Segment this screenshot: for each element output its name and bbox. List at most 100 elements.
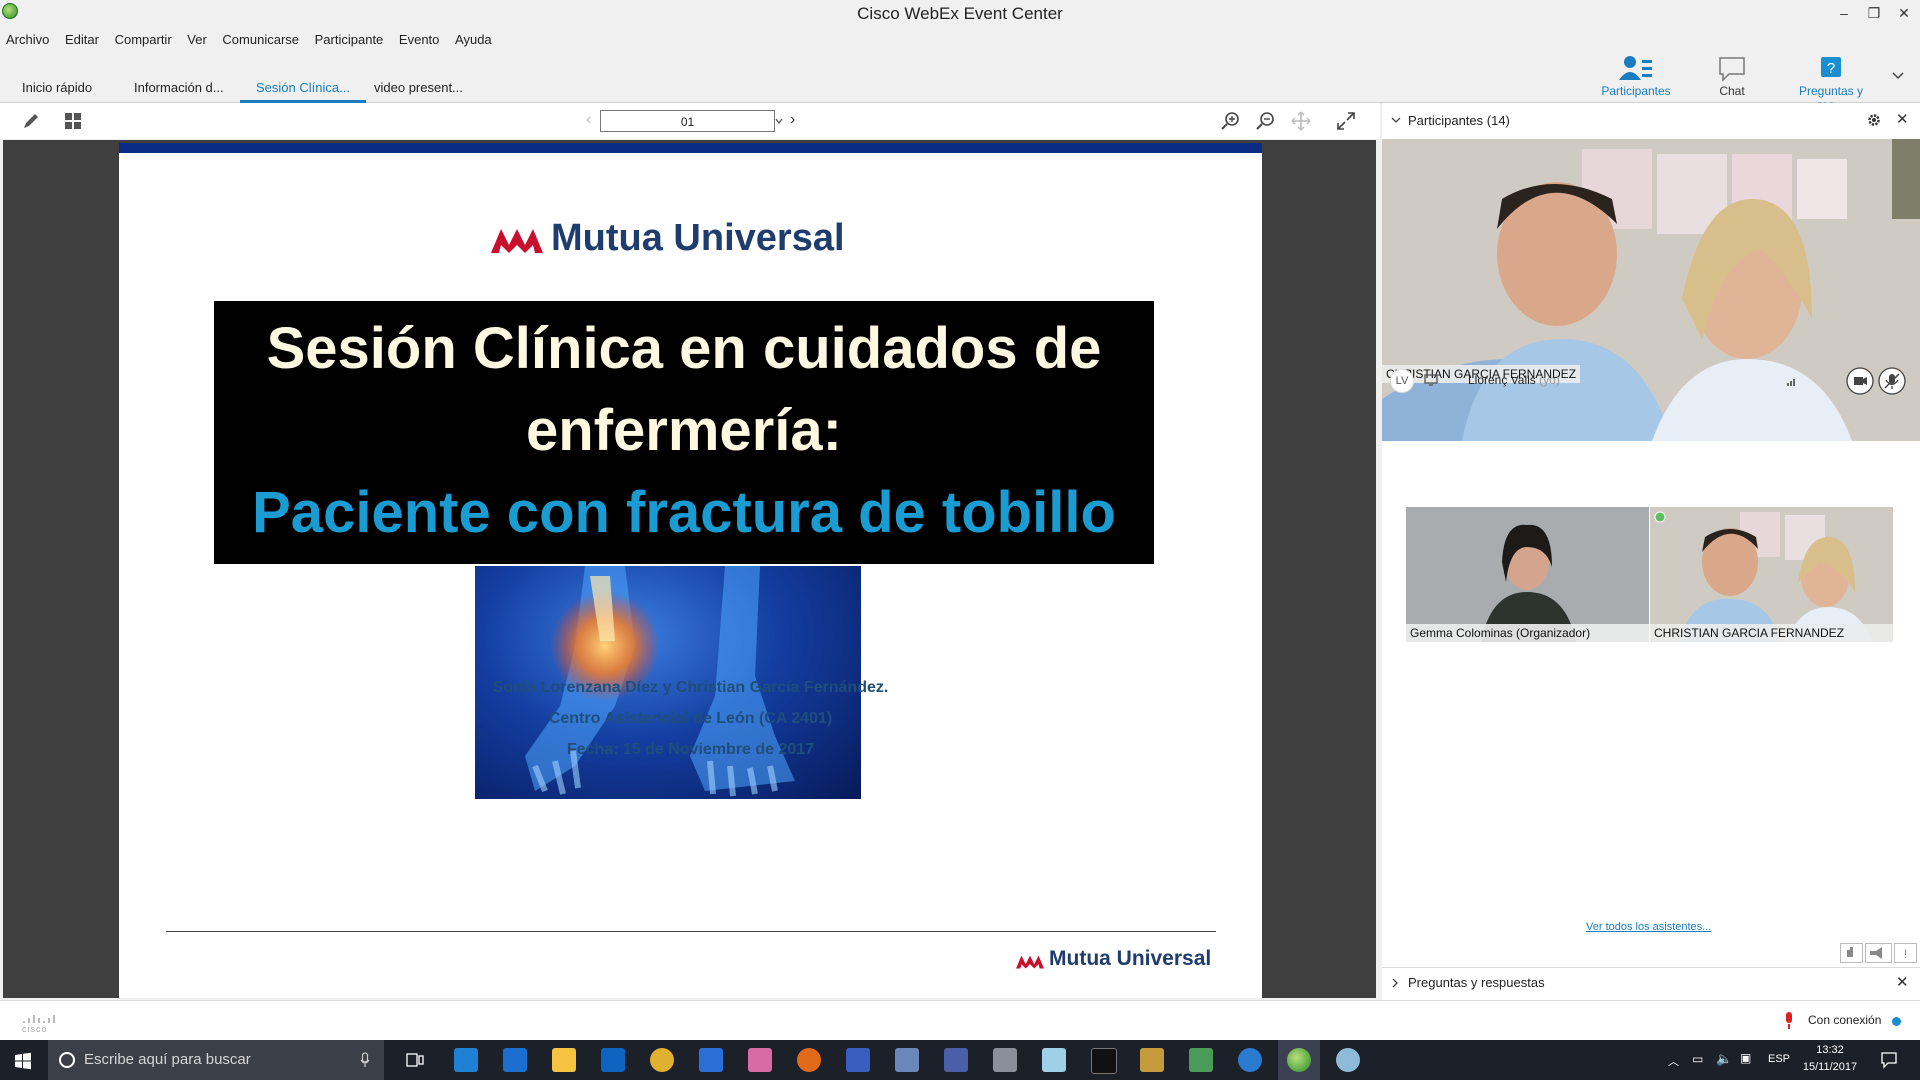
app-icon-15[interactable] bbox=[1140, 1048, 1164, 1072]
video-thumb-gemma[interactable]: Gemma Colominas (Organizador) bbox=[1406, 507, 1649, 642]
mute-microphone-icon[interactable] bbox=[1878, 367, 1906, 395]
thumbnails-grid-icon[interactable] bbox=[62, 110, 84, 132]
tab-inicio-rapido[interactable]: Inicio rápido bbox=[6, 78, 108, 100]
microphone-icon[interactable] bbox=[1784, 1011, 1794, 1031]
maximize-button[interactable]: ❐ bbox=[1860, 2, 1888, 24]
slide-top-bar bbox=[119, 143, 1262, 153]
prev-page-button[interactable]: ‹ bbox=[586, 111, 591, 129]
clock-date[interactable]: 15/11/2017 bbox=[1800, 1061, 1860, 1073]
app-icon-7[interactable] bbox=[748, 1048, 772, 1072]
window-title: Cisco WebEx Event Center bbox=[857, 4, 1063, 23]
battery-icon[interactable]: ▭ bbox=[1692, 1052, 1703, 1066]
app-icon-17[interactable] bbox=[1238, 1048, 1262, 1072]
menu-evento[interactable]: Evento bbox=[399, 28, 439, 52]
menu-archivo[interactable]: Archivo bbox=[6, 28, 49, 52]
thumb-label-gemma: Gemma Colominas (Organizador) bbox=[1406, 624, 1649, 642]
language-indicator[interactable]: ESP bbox=[1768, 1053, 1790, 1065]
app-icon-12[interactable] bbox=[993, 1048, 1017, 1072]
voice-search-icon[interactable] bbox=[360, 1052, 370, 1068]
chevron-down-icon[interactable] bbox=[1890, 68, 1906, 84]
chat-icon bbox=[1719, 57, 1745, 82]
app-icon-9[interactable] bbox=[846, 1048, 870, 1072]
terminal-icon[interactable] bbox=[1091, 1048, 1117, 1074]
svg-text:!: ! bbox=[1904, 947, 1907, 961]
pan-icon[interactable] bbox=[1290, 110, 1312, 132]
participants-header: Participantes (14) bbox=[1408, 113, 1510, 128]
page-dropdown-icon[interactable] bbox=[774, 115, 784, 127]
me-name-row: Llorenç Valls (yo) bbox=[1468, 373, 1560, 387]
connection-status: Con conexión bbox=[1808, 1013, 1882, 1027]
menu-participante[interactable]: Participante bbox=[315, 28, 384, 52]
menu-editar[interactable]: Editar bbox=[65, 28, 99, 52]
menu-ayuda[interactable]: Ayuda bbox=[455, 28, 492, 52]
outlook-icon[interactable] bbox=[601, 1048, 625, 1072]
slide-title-line2: enfermería: bbox=[526, 398, 842, 463]
me-name: Llorenç Valls bbox=[1468, 373, 1536, 387]
chrome-icon[interactable] bbox=[650, 1048, 674, 1072]
fullscreen-icon[interactable] bbox=[1335, 110, 1357, 132]
page-number-input[interactable]: 01 bbox=[600, 110, 775, 132]
menu-bar: Archivo Editar Compartir Ver Comunicarse… bbox=[0, 28, 1920, 52]
qa-section-header[interactable]: Preguntas y respuestas ✕ bbox=[1382, 967, 1920, 998]
app-icon-10[interactable] bbox=[895, 1048, 919, 1072]
video-thumb-christian[interactable]: CHRISTIAN GARCIA FERNANDEZ bbox=[1650, 507, 1893, 642]
file-explorer-icon[interactable] bbox=[552, 1048, 576, 1072]
app-icon-13[interactable] bbox=[1042, 1048, 1066, 1072]
slide-title-banner: Sesión Clínica en cuidados de enfermería… bbox=[214, 301, 1154, 564]
status-bar: cisco Con conexión bbox=[0, 1000, 1920, 1041]
tray-chevron-icon[interactable]: ︿ bbox=[1668, 1053, 1679, 1069]
close-participants-icon[interactable]: ✕ bbox=[1896, 110, 1909, 128]
connection-indicator bbox=[1892, 1017, 1901, 1026]
presenter-icon bbox=[1424, 374, 1438, 386]
footer-logo-icon bbox=[1016, 955, 1044, 969]
chevron-right-icon bbox=[1392, 978, 1398, 988]
presentation-stage: Mutua Universal Sesión Clínica en cuidad… bbox=[3, 140, 1376, 998]
camera-toggle-icon[interactable] bbox=[1846, 367, 1874, 395]
close-qa-icon[interactable]: ✕ bbox=[1896, 973, 1909, 991]
qa-icon: ? bbox=[1821, 57, 1841, 77]
participants-panel-label: Participantes bbox=[1601, 84, 1671, 98]
taskbar-search[interactable]: Escribe aquí para buscar bbox=[48, 1040, 384, 1080]
qa-panel-button[interactable]: ? Preguntas y res... bbox=[1786, 54, 1876, 112]
chat-panel-button[interactable]: Chat bbox=[1690, 54, 1774, 102]
video-scene bbox=[1382, 139, 1920, 441]
edge-icon[interactable] bbox=[503, 1048, 527, 1072]
tab-sesion-clinica[interactable]: Sesión Clínica... bbox=[240, 78, 366, 103]
slide-date: Fecha: 15 de Noviembre de 2017 bbox=[566, 741, 815, 758]
volume-icon[interactable]: 🔈 bbox=[1716, 1051, 1732, 1067]
windows-start-icon[interactable] bbox=[14, 1052, 32, 1070]
app-icon-19[interactable] bbox=[1336, 1048, 1360, 1072]
collapse-participants-icon[interactable] bbox=[1390, 114, 1402, 126]
app-icon-6[interactable] bbox=[699, 1048, 723, 1072]
app-icon-16[interactable] bbox=[1189, 1048, 1213, 1072]
action-center-icon[interactable] bbox=[1880, 1051, 1898, 1069]
ie-icon[interactable] bbox=[454, 1048, 478, 1072]
app-icon-11[interactable] bbox=[944, 1048, 968, 1072]
next-page-button[interactable]: › bbox=[790, 111, 795, 129]
menu-comunicarse[interactable]: Comunicarse bbox=[222, 28, 299, 52]
app-icon-8[interactable] bbox=[797, 1048, 821, 1072]
tab-bar: Inicio rápido Información d... Sesión Cl… bbox=[0, 52, 1920, 112]
annotate-pencil-icon[interactable] bbox=[20, 110, 42, 132]
main-video: CHRISTIAN GARCIA FERNANDEZ bbox=[1382, 139, 1920, 441]
clock-time[interactable]: 13:32 bbox=[1806, 1044, 1854, 1056]
cortana-circle-icon bbox=[59, 1052, 75, 1068]
close-button[interactable]: ✕ bbox=[1890, 2, 1918, 24]
thumb-label-christian: CHRISTIAN GARCIA FERNANDEZ bbox=[1650, 624, 1893, 642]
minimize-button[interactable]: – bbox=[1830, 2, 1858, 24]
see-all-attendees-link[interactable]: Ver todos los asistentes... bbox=[1586, 921, 1726, 933]
zoom-in-icon[interactable] bbox=[1220, 110, 1242, 132]
gear-icon[interactable] bbox=[1866, 112, 1882, 128]
svg-text:?: ? bbox=[1827, 60, 1835, 77]
webex-task-active[interactable] bbox=[1278, 1040, 1320, 1080]
network-icon[interactable]: ▣ bbox=[1740, 1051, 1751, 1065]
menu-compartir[interactable]: Compartir bbox=[115, 28, 172, 52]
tab-informacion[interactable]: Información d... bbox=[118, 78, 240, 100]
participants-panel-button[interactable]: Participantes bbox=[1594, 54, 1678, 102]
task-view-icon[interactable] bbox=[405, 1052, 425, 1068]
tab-video-present[interactable]: video present... bbox=[358, 78, 479, 100]
thumb-scene-christian bbox=[1650, 507, 1893, 642]
zoom-out-icon[interactable] bbox=[1255, 110, 1277, 132]
menu-ver[interactable]: Ver bbox=[187, 28, 207, 52]
slide-title-line1: Sesión Clínica en cuidados de bbox=[266, 316, 1102, 381]
